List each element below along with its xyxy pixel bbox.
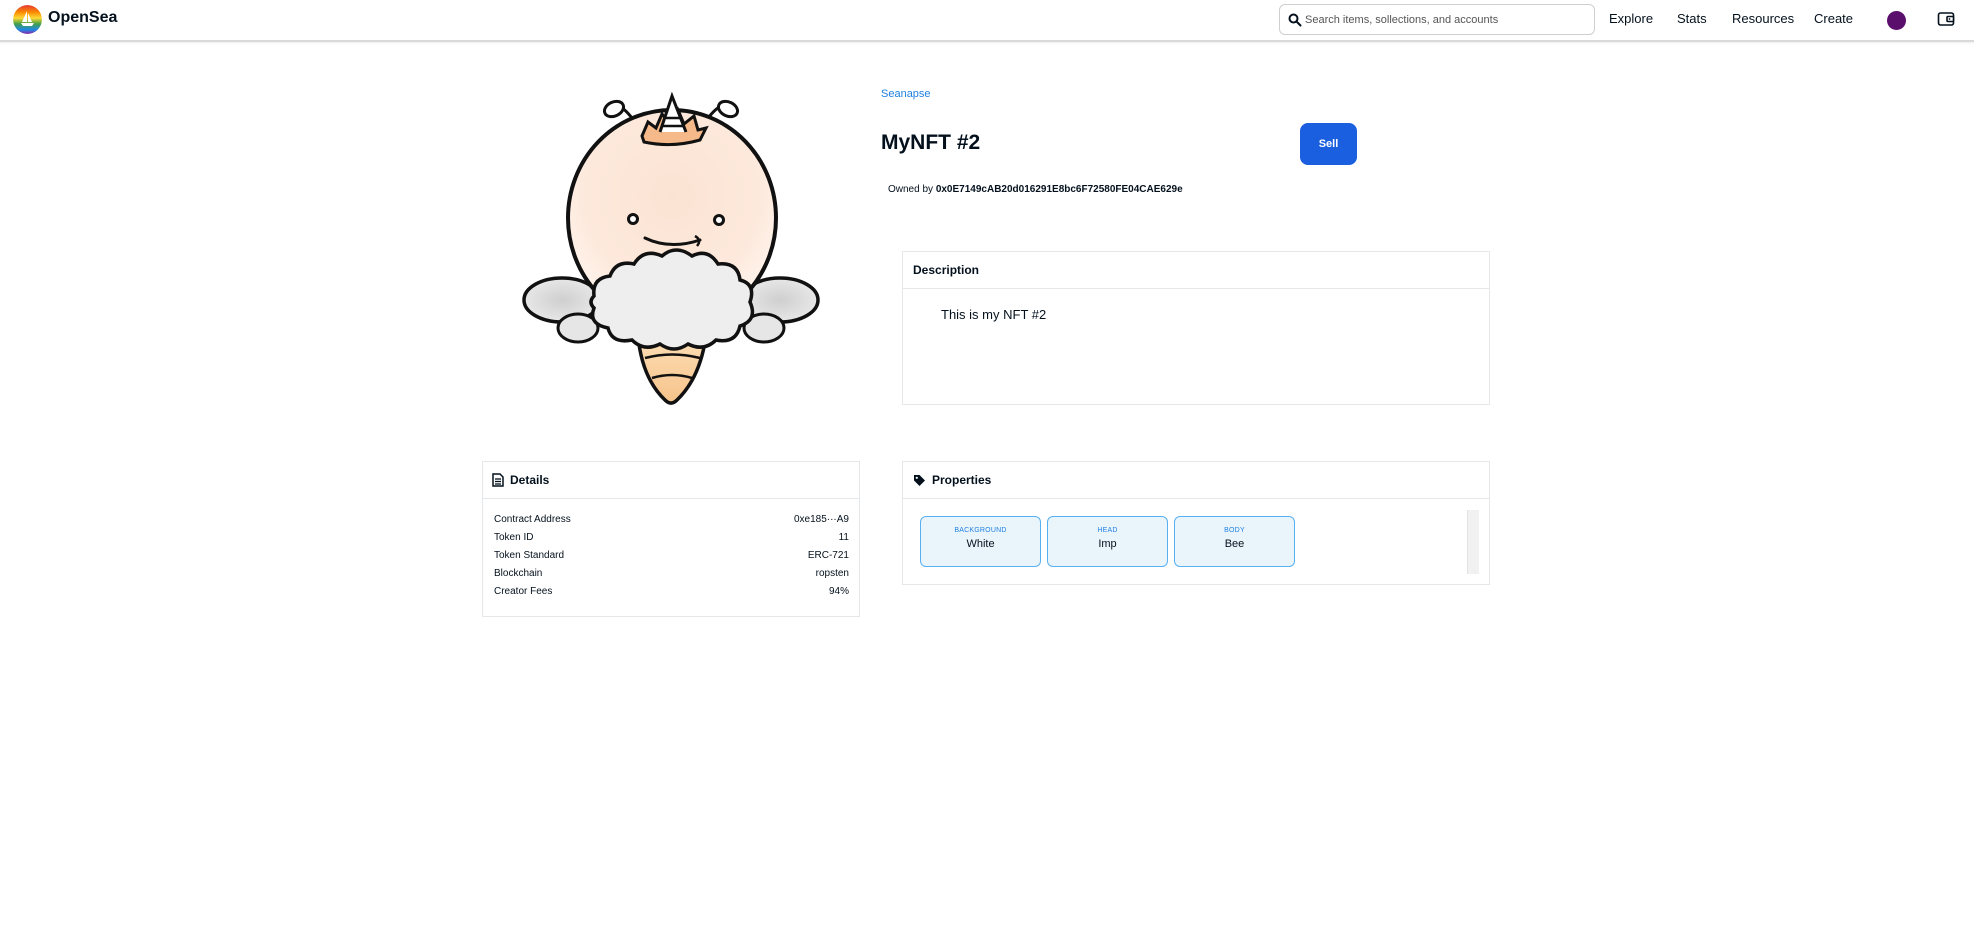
detail-value: 11 xyxy=(838,532,849,543)
owner-address[interactable]: 0x0E7149cAB20d016291E8bc6F72580FE04CAE62… xyxy=(936,184,1183,195)
nft-image xyxy=(510,88,832,408)
property-card-body[interactable]: BODY Bee xyxy=(1174,516,1295,567)
detail-label: Creator Fees xyxy=(494,586,553,597)
search-icon xyxy=(1288,13,1302,27)
nav-resources[interactable]: Resources xyxy=(1732,11,1794,26)
property-type: BACKGROUND xyxy=(954,527,1007,534)
top-navbar: OpenSea Explore Stats Resources Create xyxy=(0,0,1974,42)
detail-label: Token ID xyxy=(494,532,534,543)
nav-stats[interactable]: Stats xyxy=(1677,11,1707,26)
nav-create[interactable]: Create xyxy=(1814,11,1853,26)
owner-line: Owned by 0x0E7149cAB20d016291E8bc6F72580… xyxy=(888,184,1183,195)
wallet-icon[interactable] xyxy=(1937,10,1955,28)
details-header[interactable]: Details xyxy=(483,462,859,499)
avatar[interactable] xyxy=(1887,11,1906,30)
property-type: HEAD xyxy=(1097,527,1118,534)
description-header[interactable]: Description xyxy=(903,252,1489,289)
tag-icon xyxy=(914,474,925,486)
sell-button[interactable]: Sell xyxy=(1300,123,1357,165)
description-panel: Description This is my NFT #2 xyxy=(902,251,1490,405)
property-value: Imp xyxy=(1098,538,1117,550)
property-value: Bee xyxy=(1224,538,1245,550)
property-card-head[interactable]: HEAD Imp xyxy=(1047,516,1168,567)
detail-label: Contract Address xyxy=(494,514,571,525)
properties-panel: Properties BACKGROUND White HEAD Imp BOD… xyxy=(902,461,1490,585)
detail-row-contract: Contract Address 0xe185···A9 xyxy=(494,514,849,525)
opensea-logo-icon[interactable] xyxy=(13,5,42,34)
owned-by-label: Owned by xyxy=(888,184,934,195)
brand-name[interactable]: OpenSea xyxy=(48,9,117,27)
detail-value[interactable]: 0xe185···A9 xyxy=(794,514,849,525)
property-card-background[interactable]: BACKGROUND White xyxy=(920,516,1041,567)
detail-row-creator-fees: Creator Fees 94% xyxy=(494,586,849,597)
detail-row-token-standard: Token Standard ERC-721 xyxy=(494,550,849,561)
detail-row-blockchain: Blockchain ropsten xyxy=(494,568,849,579)
properties-title: Properties xyxy=(932,473,992,487)
collection-link[interactable]: Seanapse xyxy=(881,88,931,100)
detail-value: ropsten xyxy=(815,568,849,579)
detail-label: Blockchain xyxy=(494,568,543,579)
details-title: Details xyxy=(510,473,550,487)
detail-row-token-id: Token ID 11 xyxy=(494,532,849,543)
properties-scrollbar[interactable] xyxy=(1467,510,1479,574)
detail-value: ERC-721 xyxy=(807,550,849,561)
nav-explore[interactable]: Explore xyxy=(1609,11,1653,26)
property-type: BODY xyxy=(1224,527,1245,534)
nft-title: MyNFT #2 xyxy=(881,131,981,154)
search-bar[interactable] xyxy=(1279,4,1595,35)
search-input[interactable] xyxy=(1305,9,1589,30)
details-panel: Details Contract Address 0xe185···A9 Tok… xyxy=(482,461,860,617)
document-icon xyxy=(492,473,504,487)
description-text: This is my NFT #2 xyxy=(941,307,1047,322)
properties-header[interactable]: Properties xyxy=(903,462,1489,499)
detail-value: 94% xyxy=(828,586,849,597)
detail-label: Token Standard xyxy=(494,550,565,561)
property-value: White xyxy=(966,538,995,550)
